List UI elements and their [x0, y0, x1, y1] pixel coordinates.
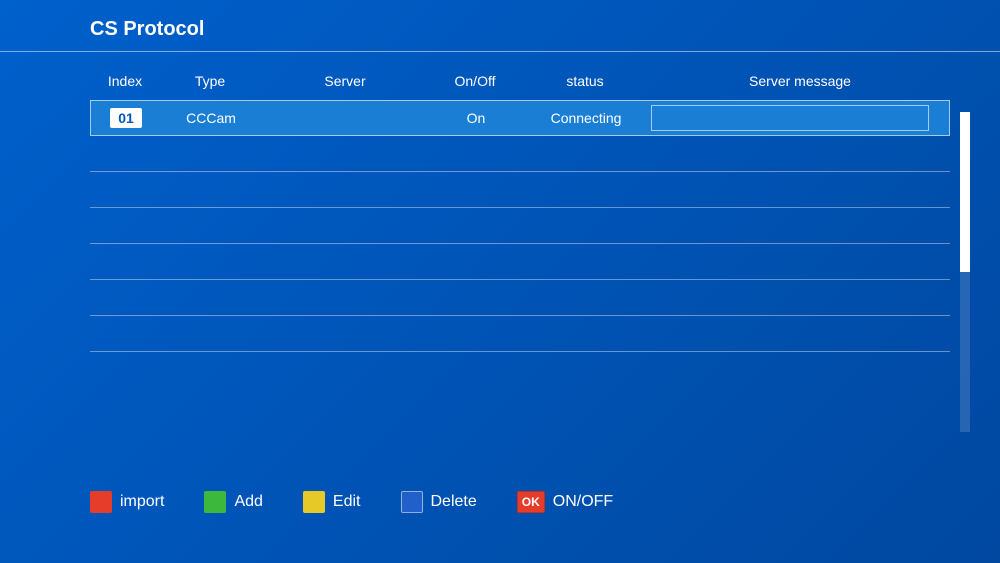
col-header-server: Server	[260, 73, 430, 89]
table-row[interactable]	[90, 136, 950, 172]
footer-bar: import Add Edit Delete OK ON/OFF	[90, 491, 950, 513]
cell-onoff-1: On	[431, 110, 521, 126]
table-row[interactable]	[90, 172, 950, 208]
import-label: import	[120, 493, 164, 511]
table-row[interactable]: 01 CCCam On Connecting	[90, 100, 950, 136]
edit-button[interactable]: Edit	[303, 491, 361, 513]
page-title: CS Protocol	[90, 18, 204, 40]
table-row[interactable]	[90, 316, 950, 352]
onoff-button[interactable]: OK ON/OFF	[517, 491, 613, 513]
col-header-onoff: On/Off	[430, 73, 520, 89]
edit-label: Edit	[333, 493, 361, 511]
table-row[interactable]	[90, 280, 950, 316]
index-badge: 01	[110, 108, 142, 128]
red-button-icon	[90, 491, 112, 513]
delete-label: Delete	[431, 493, 477, 511]
scrollbar-thumb[interactable]	[960, 112, 970, 272]
ok-button-icon: OK	[517, 491, 545, 513]
green-button-icon	[204, 491, 226, 513]
add-label: Add	[234, 493, 262, 511]
col-header-index: Index	[90, 73, 160, 89]
delete-button[interactable]: Delete	[401, 491, 477, 513]
cell-message-1	[651, 105, 929, 131]
content-area: Index Type Server On/Off status Server m…	[0, 52, 1000, 367]
cell-status-1: Connecting	[521, 110, 651, 126]
table-row[interactable]	[90, 208, 950, 244]
cell-index-1: 01	[91, 108, 161, 128]
col-header-status: status	[520, 73, 650, 89]
title-bar: CS Protocol	[0, 0, 1000, 52]
yellow-button-icon	[303, 491, 325, 513]
onoff-label: ON/OFF	[553, 493, 613, 511]
table-header: Index Type Server On/Off status Server m…	[90, 67, 950, 95]
col-header-message: Server message	[650, 73, 950, 89]
import-button[interactable]: import	[90, 491, 164, 513]
add-button[interactable]: Add	[204, 491, 262, 513]
table-row[interactable]	[90, 244, 950, 280]
cell-type-1: CCCam	[161, 110, 261, 126]
col-header-type: Type	[160, 73, 260, 89]
page-container: CS Protocol Index Type Server On/Off sta…	[0, 0, 1000, 563]
blue-button-icon	[401, 491, 423, 513]
scrollbar-track[interactable]	[960, 112, 970, 432]
